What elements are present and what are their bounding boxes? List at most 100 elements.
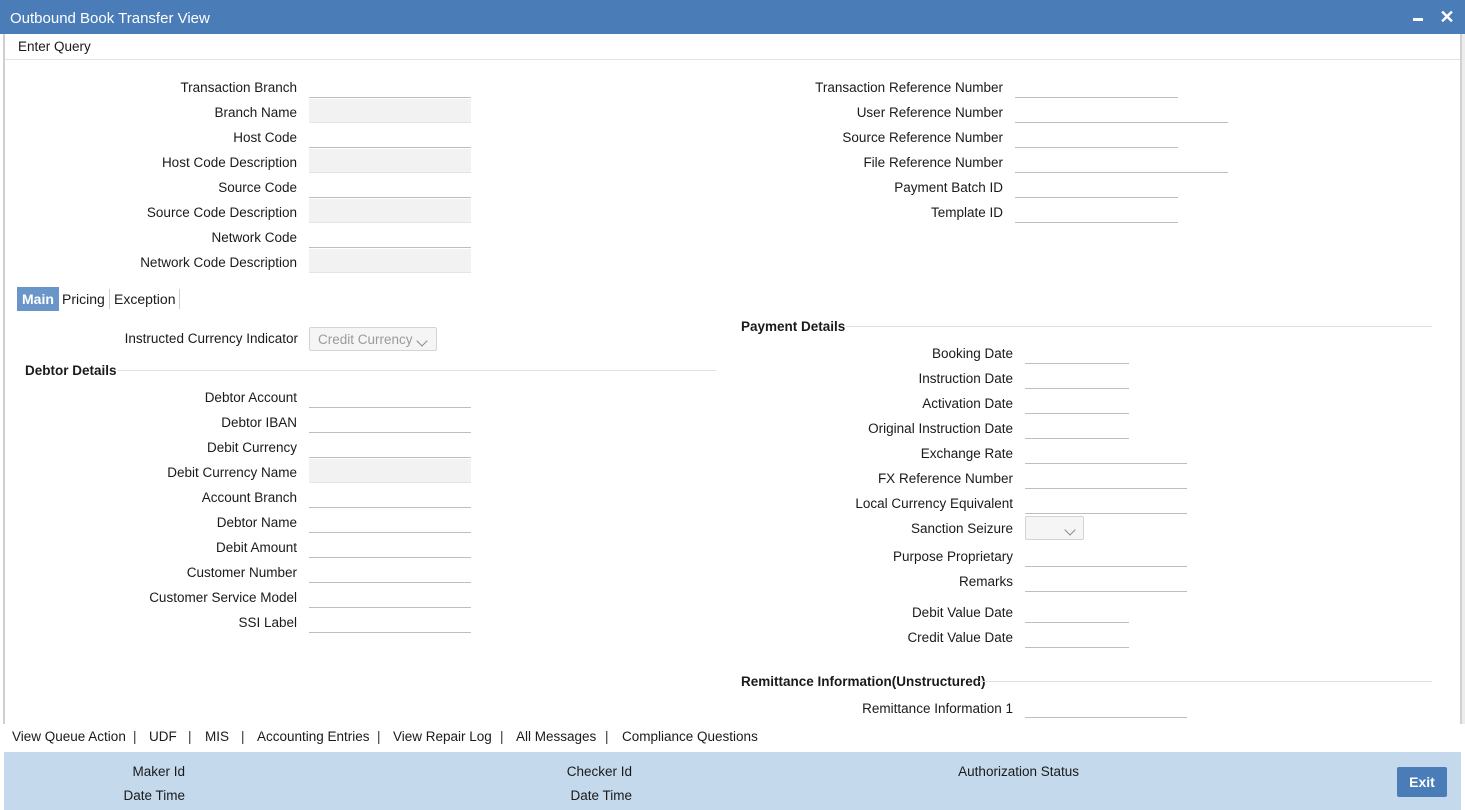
remarks-label: Remarks <box>958 574 1013 589</box>
section-divider <box>846 326 1432 327</box>
window-titlebar: Outbound Book Transfer View ✕ <box>0 0 1465 34</box>
bottom-link-bar: View Queue Action | UDF | MIS | Accounti… <box>0 724 1465 752</box>
local-currency-equivalent-label: Local Currency Equivalent <box>855 496 1013 511</box>
template-id-field[interactable] <box>1015 199 1178 223</box>
payment-batch-id-field[interactable] <box>1015 174 1178 198</box>
network-code-description-field[interactable] <box>309 249 471 273</box>
debtor-name-label: Debtor Name <box>216 515 297 530</box>
debit-currency-label: Debit Currency <box>206 440 297 455</box>
source-code-description-label: Source Code Description <box>146 205 297 220</box>
tab-main[interactable]: Main <box>17 287 59 311</box>
link-separator: | <box>241 729 245 744</box>
source-code-description-field[interactable] <box>309 199 471 223</box>
debit-value-date-field[interactable] <box>1025 599 1129 623</box>
network-code-field[interactable] <box>309 224 471 248</box>
customer-service-model-label: Customer Service Model <box>149 590 297 605</box>
account-branch-field[interactable] <box>309 484 471 508</box>
credit-value-date-field[interactable] <box>1025 624 1129 648</box>
close-icon[interactable]: ✕ <box>1438 8 1456 26</box>
source-code-field[interactable] <box>309 174 471 198</box>
file-reference-number-label: File Reference Number <box>863 155 1003 170</box>
enter-query-menu[interactable]: Enter Query <box>18 39 91 54</box>
checker-id-label: Checker Id <box>566 764 632 779</box>
transaction-branch-label: Transaction Branch <box>180 80 297 95</box>
template-id-label: Template ID <box>930 205 1003 220</box>
view-queue-action-link[interactable]: View Queue Action <box>12 729 126 744</box>
debtor-iban-field[interactable] <box>309 409 471 433</box>
customer-number-label: Customer Number <box>186 565 297 580</box>
authorization-status-label: Authorization Status <box>958 764 1079 779</box>
mis-link[interactable]: MIS <box>205 729 229 744</box>
branch-name-field[interactable] <box>309 99 471 123</box>
file-reference-number-field[interactable] <box>1015 149 1228 173</box>
purpose-proprietary-field[interactable] <box>1025 543 1187 567</box>
source-code-label: Source Code <box>218 180 297 195</box>
ssi-label-field[interactable] <box>309 609 471 633</box>
exchange-rate-label: Exchange Rate <box>920 446 1013 461</box>
remittance-information-title: Remittance Information(Unstructured) <box>741 674 986 689</box>
debit-amount-field[interactable] <box>309 534 471 558</box>
audit-footer: Maker Id Date Time Checker Id Date Time … <box>4 752 1461 810</box>
host-code-field[interactable] <box>309 124 471 148</box>
sanction-seizure-label: Sanction Seizure <box>910 521 1013 536</box>
view-repair-log-link[interactable]: View Repair Log <box>393 729 492 744</box>
compliance-questions-link[interactable]: Compliance Questions <box>622 729 758 744</box>
remittance-information-1-label: Remittance Information 1 <box>862 701 1013 716</box>
checker-date-time-label: Date Time <box>570 788 632 803</box>
tab-exception[interactable]: Exception <box>109 287 180 311</box>
local-currency-equivalent-field[interactable] <box>1025 490 1187 514</box>
all-messages-link[interactable]: All Messages <box>516 729 596 744</box>
host-code-label: Host Code <box>233 130 297 145</box>
booking-date-label: Booking Date <box>931 346 1013 361</box>
network-code-label: Network Code <box>211 230 297 245</box>
debit-currency-name-field[interactable] <box>309 459 471 483</box>
instruction-date-label: Instruction Date <box>918 371 1013 386</box>
instructed-currency-indicator-select[interactable]: Credit Currency <box>309 327 437 351</box>
source-reference-number-field[interactable] <box>1015 124 1178 148</box>
payment-details-title: Payment Details <box>741 319 846 334</box>
purpose-proprietary-label: Purpose Proprietary <box>892 549 1013 564</box>
minimize-icon[interactable] <box>1410 8 1428 26</box>
section-divider <box>118 370 716 371</box>
exchange-rate-field[interactable] <box>1025 440 1187 464</box>
fx-reference-number-field[interactable] <box>1025 465 1187 489</box>
original-instruction-date-field[interactable] <box>1025 415 1129 439</box>
activation-date-label: Activation Date <box>922 396 1013 411</box>
remittance-information-1-field[interactable] <box>1025 694 1187 718</box>
debtor-name-field[interactable] <box>309 509 471 533</box>
original-instruction-date-label: Original Instruction Date <box>868 421 1013 436</box>
sanction-seizure-select[interactable] <box>1025 516 1084 540</box>
debtor-account-field[interactable] <box>309 384 471 408</box>
customer-service-model-field[interactable] <box>309 584 471 608</box>
debtor-details-title: Debtor Details <box>25 363 117 378</box>
instructed-currency-indicator-label: Instructed Currency Indicator <box>124 331 298 346</box>
udf-link[interactable]: UDF <box>149 729 177 744</box>
remarks-field[interactable] <box>1025 568 1187 592</box>
instruction-date-field[interactable] <box>1025 365 1129 389</box>
host-code-description-field[interactable] <box>309 149 471 173</box>
user-reference-number-field[interactable] <box>1015 99 1228 123</box>
menu-bar: Enter Query <box>4 34 1461 60</box>
debit-currency-name-label: Debit Currency Name <box>167 465 297 480</box>
exit-button[interactable]: Exit <box>1397 767 1447 797</box>
customer-number-field[interactable] <box>309 559 471 583</box>
transaction-reference-number-field[interactable] <box>1015 74 1178 98</box>
chevron-down-icon <box>1064 524 1076 536</box>
activation-date-field[interactable] <box>1025 390 1129 414</box>
host-code-description-label: Host Code Description <box>161 155 297 170</box>
user-reference-number-label: User Reference Number <box>856 105 1003 120</box>
credit-value-date-label: Credit Value Date <box>907 630 1013 645</box>
transaction-reference-number-label: Transaction Reference Number <box>815 80 1003 95</box>
booking-date-field[interactable] <box>1025 340 1129 364</box>
debit-currency-field[interactable] <box>309 434 471 458</box>
branch-name-label: Branch Name <box>214 105 297 120</box>
tab-pricing[interactable]: Pricing <box>57 287 110 311</box>
frame-border-left <box>3 34 5 724</box>
tab-separator <box>179 289 180 309</box>
transaction-branch-field[interactable] <box>309 74 471 98</box>
instructed-currency-indicator-value: Credit Currency <box>318 332 413 347</box>
accounting-entries-link[interactable]: Accounting Entries <box>257 729 370 744</box>
debit-value-date-label: Debit Value Date <box>911 605 1013 620</box>
window-title: Outbound Book Transfer View <box>10 10 210 27</box>
maker-id-label: Maker Id <box>132 764 185 779</box>
